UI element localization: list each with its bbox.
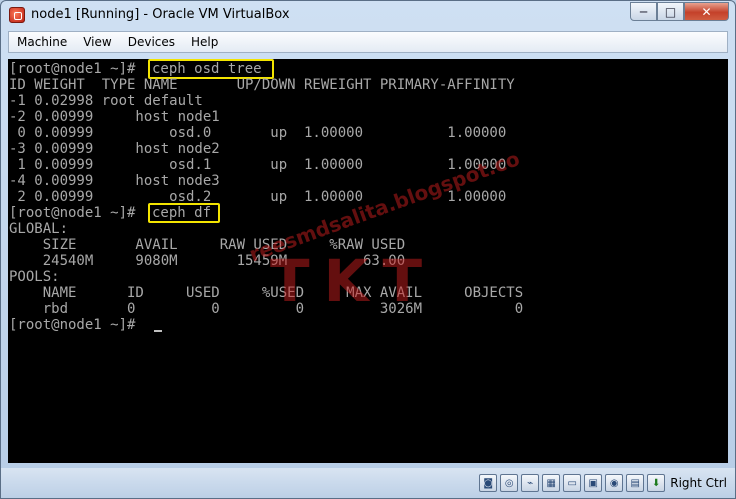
network-icon[interactable]: ▦ (542, 474, 561, 492)
terminal-prompt: [root@node1 ~]# (9, 205, 144, 221)
terminal-line: NAME ID USED %USED MAX AVAIL OBJECTS (9, 285, 524, 301)
terminal-prompt: [root@node1 ~]# (9, 317, 144, 333)
virtualbox-app-icon (9, 7, 25, 23)
usb-icon[interactable]: ⌁ (521, 474, 540, 492)
terminal-line: 1 0.00999 osd.1 up 1.00000 1.00000 (9, 157, 507, 173)
menu-help[interactable]: Help (183, 35, 226, 49)
video-capture-icon[interactable]: ◉ (605, 474, 624, 492)
vm-console-screen[interactable]: [root@node1 ~]# ceph osd tree ID WEIGHT … (8, 59, 728, 463)
terminal-line: -2 0.00999 host node1 (9, 109, 220, 125)
close-button[interactable]: ✕ (684, 2, 729, 21)
virtualization-icon[interactable]: ▤ (626, 474, 645, 492)
menu-bar: Machine View Devices Help (8, 31, 728, 53)
display-icon[interactable]: ▣ (584, 474, 603, 492)
watermark-logo: TKT (270, 247, 437, 315)
terminal-command: ceph osd tree (152, 61, 262, 77)
title-bar[interactable]: node1 [Running] - Oracle VM VirtualBox ─… (1, 1, 735, 29)
window-controls: ─ □ ✕ (630, 2, 729, 21)
terminal-line: GLOBAL: (9, 221, 69, 237)
status-bar: ◙ ◎ ⌁ ▦ ▭ ▣ ◉ ▤ ⬇ Right Ctrl (1, 468, 735, 498)
maximize-button[interactable]: □ (657, 2, 684, 21)
hdd-icon[interactable]: ◙ (479, 474, 498, 492)
terminal-cursor (154, 330, 162, 332)
terminal-line: ID WEIGHT TYPE NAME UP/DOWN REWEIGHT PRI… (9, 77, 515, 93)
menu-devices[interactable]: Devices (120, 35, 183, 49)
terminal-command: ceph df (152, 205, 212, 221)
terminal-line: rbd 0 0 0 3026M 0 (9, 301, 524, 317)
window-title: node1 [Running] - Oracle VM VirtualBox (31, 7, 290, 22)
terminal-line: POOLS: (9, 269, 60, 285)
terminal-line: 0 0.00999 osd.0 up 1.00000 1.00000 (9, 125, 507, 141)
menu-view[interactable]: View (75, 35, 119, 49)
terminal-line: -1 0.02998 root default (9, 93, 203, 109)
menu-machine[interactable]: Machine (9, 35, 75, 49)
virtualbox-window: node1 [Running] - Oracle VM VirtualBox ─… (0, 0, 736, 499)
shared-folders-icon[interactable]: ▭ (563, 474, 582, 492)
optical-drive-icon[interactable]: ◎ (500, 474, 519, 492)
minimize-button[interactable]: ─ (630, 2, 657, 21)
terminal-line: -3 0.00999 host node2 (9, 141, 220, 157)
host-key-label: Right Ctrl (670, 476, 727, 490)
terminal-line: -4 0.00999 host node3 (9, 173, 220, 189)
mouse-integration-icon[interactable]: ⬇ (647, 474, 666, 492)
status-indicators: ◙ ◎ ⌁ ▦ ▭ ▣ ◉ ▤ ⬇ Right Ctrl (479, 473, 727, 493)
terminal-prompt: [root@node1 ~]# (9, 61, 144, 77)
